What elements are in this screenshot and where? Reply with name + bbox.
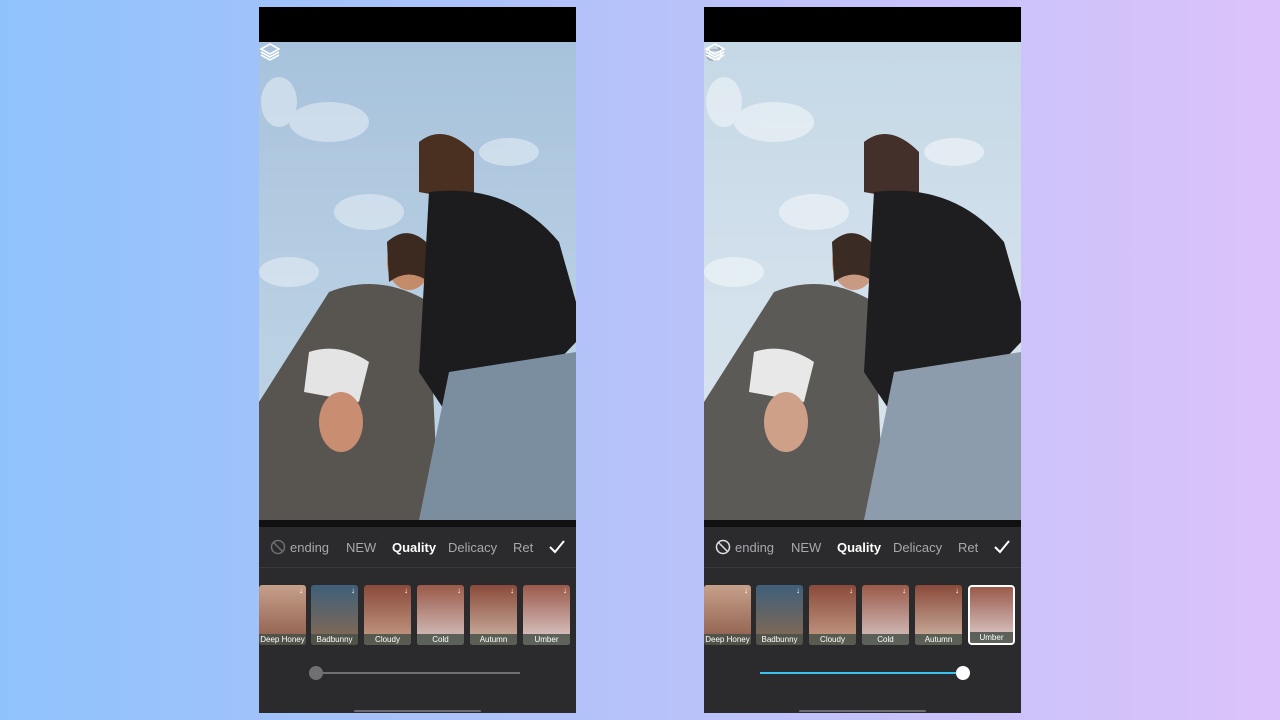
filter-label: Cloudy xyxy=(364,634,411,645)
filter-category-tabs: ending NEW Quality Delicacy Ret xyxy=(259,527,576,568)
status-bar xyxy=(704,7,1021,42)
photo-preview[interactable] xyxy=(704,42,1021,520)
download-icon: ↓ xyxy=(902,586,906,595)
download-icon: ↓ xyxy=(404,586,408,595)
filter-category-tabs: ending NEW Quality Delicacy Ret xyxy=(704,527,1021,568)
tab-new[interactable]: NEW xyxy=(346,540,376,555)
filter-label: Autumn xyxy=(470,634,517,645)
download-icon: ↓ xyxy=(510,586,514,595)
slider-track-filled xyxy=(760,672,963,674)
home-indicator xyxy=(799,710,926,712)
status-bar xyxy=(259,7,576,42)
download-icon: ↓ xyxy=(796,586,800,595)
filter-label: Umber xyxy=(523,634,570,645)
no-filter-icon[interactable] xyxy=(270,539,286,555)
filter-umber-selected[interactable]: Umber xyxy=(968,585,1015,645)
tab-retro[interactable]: Ret xyxy=(513,540,533,555)
tab-quality[interactable]: Quality xyxy=(837,540,881,555)
filter-label: Badbunny xyxy=(311,634,358,645)
tab-trending[interactable]: ending xyxy=(290,540,329,555)
filter-cold[interactable]: ↓ Cold xyxy=(417,585,464,645)
filter-umber[interactable]: ↓ Umber xyxy=(523,585,570,645)
download-icon: ↓ xyxy=(955,586,959,595)
photo-preview[interactable] xyxy=(259,42,576,520)
tab-new[interactable]: NEW xyxy=(791,540,821,555)
filter-autumn[interactable]: ↓ Autumn xyxy=(915,585,962,645)
phone-before: ending NEW Quality Delicacy Ret ↓ Deep H… xyxy=(259,7,576,713)
filter-label: Umber xyxy=(970,632,1013,643)
slider-knob[interactable] xyxy=(956,666,970,680)
filter-label: Deep Honey xyxy=(259,634,306,645)
photo-illustration xyxy=(704,77,1021,520)
filter-label: Cold xyxy=(417,634,464,645)
filter-deep-honey[interactable]: ↓ Deep Honey xyxy=(704,585,751,645)
tab-trending[interactable]: ending xyxy=(735,540,774,555)
home-indicator xyxy=(354,710,481,712)
filter-thumbnails: ↓ Deep Honey ↓ Badbunny ↓ Cloudy ↓ Cold … xyxy=(259,585,576,647)
check-icon[interactable] xyxy=(548,538,566,556)
divider xyxy=(704,520,1021,527)
layers-icon[interactable] xyxy=(259,42,281,62)
layers-icon[interactable] xyxy=(704,42,726,62)
download-icon: ↓ xyxy=(563,586,567,595)
tab-delicacy[interactable]: Delicacy xyxy=(893,540,942,555)
intensity-slider[interactable] xyxy=(704,666,1021,680)
filter-thumbnails: ↓ Deep Honey ↓ Badbunny ↓ Cloudy ↓ Cold … xyxy=(704,585,1021,647)
filter-label: Cloudy xyxy=(809,634,856,645)
filter-cold[interactable]: ↓ Cold xyxy=(862,585,909,645)
filter-label: Badbunny xyxy=(756,634,803,645)
filter-cloudy[interactable]: ↓ Cloudy xyxy=(364,585,411,645)
filter-label: Autumn xyxy=(915,634,962,645)
download-icon: ↓ xyxy=(457,586,461,595)
download-icon: ↓ xyxy=(849,586,853,595)
photo-illustration xyxy=(259,77,576,520)
filter-cloudy[interactable]: ↓ Cloudy xyxy=(809,585,856,645)
tab-retro[interactable]: Ret xyxy=(958,540,978,555)
download-icon: ↓ xyxy=(744,586,748,595)
intensity-slider[interactable] xyxy=(259,666,576,680)
filter-label: Deep Honey xyxy=(704,634,751,645)
phone-after: ending NEW Quality Delicacy Ret ↓ Deep H… xyxy=(704,7,1021,713)
download-icon: ↓ xyxy=(351,586,355,595)
tab-quality[interactable]: Quality xyxy=(392,540,436,555)
filter-label: Cold xyxy=(862,634,909,645)
filter-badbunny[interactable]: ↓ Badbunny xyxy=(311,585,358,645)
tab-delicacy[interactable]: Delicacy xyxy=(448,540,497,555)
filter-autumn[interactable]: ↓ Autumn xyxy=(470,585,517,645)
slider-track xyxy=(316,672,520,674)
slider-knob[interactable] xyxy=(309,666,323,680)
filter-badbunny[interactable]: ↓ Badbunny xyxy=(756,585,803,645)
check-icon[interactable] xyxy=(993,538,1011,556)
filter-deep-honey[interactable]: ↓ Deep Honey xyxy=(259,585,306,645)
download-icon: ↓ xyxy=(299,586,303,595)
no-filter-icon[interactable] xyxy=(715,539,731,555)
divider xyxy=(259,520,576,527)
